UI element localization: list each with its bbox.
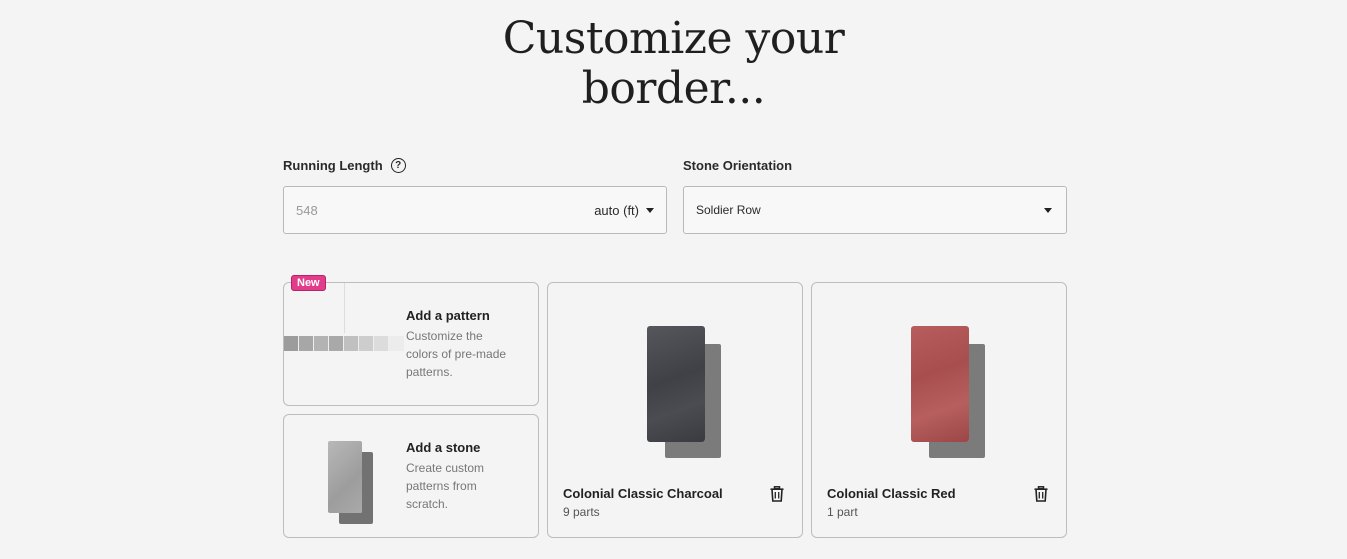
pattern-tile <box>299 336 314 351</box>
stone-name: Colonial Classic Charcoal <box>563 486 723 501</box>
length-unit-label: auto (ft) <box>594 202 639 218</box>
stone-card-charcoal[interactable]: Colonial Classic Charcoal 9 parts <box>547 282 803 538</box>
stone-orientation-value: Soldier Row <box>696 203 761 217</box>
stone-image-charcoal <box>647 326 705 442</box>
running-length-field[interactable]: 548 auto (ft) <box>283 186 667 234</box>
pattern-tile <box>344 336 359 351</box>
stone-orientation-select[interactable]: Soldier Row <box>683 186 1067 234</box>
chevron-down-icon <box>1044 207 1052 213</box>
question-circle-icon[interactable]: ? <box>390 158 406 173</box>
new-badge: New <box>291 275 326 291</box>
add-pattern-description: Customize the colors of pre-made pattern… <box>406 329 507 379</box>
stone-parts-count: 9 parts <box>563 505 600 519</box>
stone-name: Colonial Classic Red <box>827 486 956 501</box>
pattern-tile <box>359 336 374 351</box>
running-length-label: Running Length <box>283 158 383 173</box>
stone-orientation-label: Stone Orientation <box>683 158 793 173</box>
pattern-divider <box>344 283 345 333</box>
length-unit-select[interactable]: auto (ft) <box>594 203 654 218</box>
running-length-input[interactable]: 548 <box>296 203 594 218</box>
add-stone-card[interactable]: Add a stone Create custom patterns from … <box>283 414 539 538</box>
page: Customize your border... Running Length … <box>0 0 1347 559</box>
pattern-tile <box>389 336 404 351</box>
running-length-label-group: Running Length ? <box>283 158 406 173</box>
add-stone-description: Create custom patterns from scratch. <box>406 461 485 511</box>
page-title: Customize your border... <box>0 14 1347 114</box>
add-pattern-card[interactable]: Add a pattern Customize the colors of pr… <box>283 282 539 406</box>
pattern-tile <box>329 336 344 351</box>
pattern-tile <box>284 336 299 351</box>
pattern-strip <box>284 336 404 351</box>
stone-card-red[interactable]: Colonial Classic Red 1 part <box>811 282 1067 538</box>
page-title-line-1: Customize your <box>502 13 845 64</box>
trash-icon[interactable] <box>1034 486 1048 502</box>
pattern-tile <box>314 336 329 351</box>
stone-image-red <box>911 326 969 442</box>
pattern-tile <box>374 336 389 351</box>
pattern-preview <box>284 283 404 405</box>
stone-parts-count: 1 part <box>827 505 858 519</box>
chevron-down-icon <box>646 207 654 213</box>
stone-orientation-label-group: Stone Orientation <box>683 158 792 173</box>
page-title-line-2: border... <box>581 63 766 114</box>
add-pattern-title: Add a pattern <box>406 308 490 323</box>
add-stone-title: Add a stone <box>406 440 481 455</box>
trash-icon[interactable] <box>770 486 784 502</box>
add-pattern-text: Add a pattern Customize the colors of pr… <box>406 308 516 381</box>
stone-preview-gray <box>328 441 362 513</box>
add-stone-text: Add a stone Create custom patterns from … <box>406 440 516 513</box>
